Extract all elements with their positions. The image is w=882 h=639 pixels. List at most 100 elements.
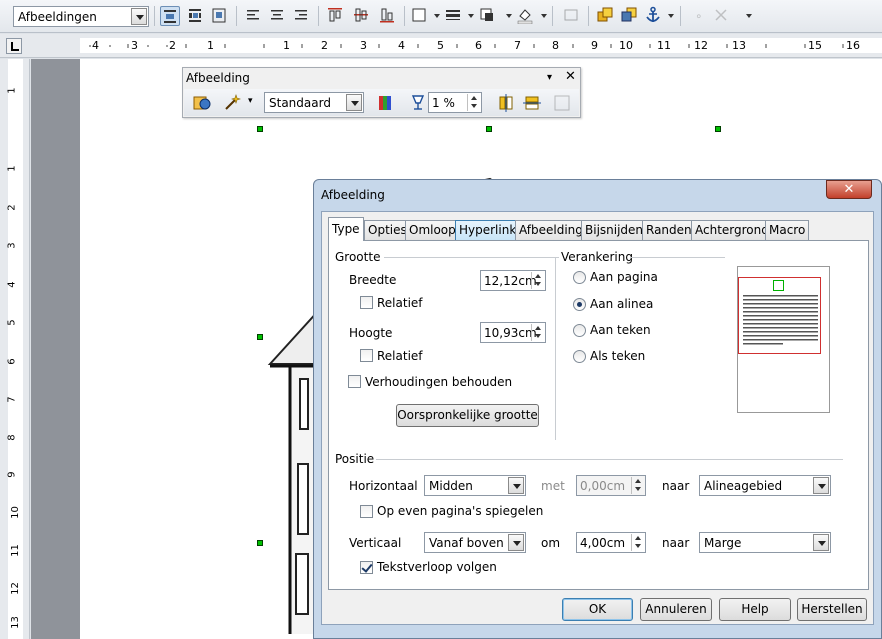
link-frames-icon[interactable]: ∘ <box>690 6 710 26</box>
relative-height-checkbox[interactable] <box>360 349 373 362</box>
background-color-icon[interactable] <box>516 6 536 26</box>
anchor-icon[interactable] <box>644 6 664 26</box>
align-center-icon[interactable] <box>268 6 288 26</box>
vertical-to-select[interactable]: Marge <box>699 532 831 553</box>
original-size-button[interactable]: Oorspronkelijke grootte <box>396 404 539 427</box>
graphics-mode-value: Standaard <box>269 96 331 110</box>
chevron-down-icon[interactable] <box>346 94 362 111</box>
flip-vertical-icon[interactable] <box>496 93 516 113</box>
position-heading: Positie <box>335 452 375 466</box>
ruler-number: 8 <box>6 434 18 441</box>
resize-handle[interactable] <box>257 334 263 340</box>
tab-macro[interactable]: Macro <box>765 220 810 240</box>
resize-handle[interactable] <box>486 126 492 132</box>
resize-handle[interactable] <box>715 126 721 132</box>
anchor-to-char-radio[interactable] <box>573 324 586 337</box>
height-field[interactable]: 10,93cm <box>480 322 546 343</box>
caption-icon[interactable] <box>562 6 582 26</box>
tab-wrap[interactable]: Omloop <box>405 220 460 240</box>
width-value: 12,12cm <box>484 274 537 288</box>
wrap-off-icon[interactable] <box>160 6 180 26</box>
tab-picture[interactable]: Afbeelding <box>515 220 587 240</box>
wrap-page-icon[interactable] <box>186 6 206 26</box>
tab-label: Omloop <box>409 223 456 237</box>
border-color-icon[interactable] <box>478 6 498 26</box>
horizontal-select[interactable]: Midden <box>424 475 526 496</box>
relative-width-label: Relatief <box>377 296 423 310</box>
ruler-number: 2 <box>321 39 328 52</box>
mirror-label: Op even pagina's spiegelen <box>377 504 544 518</box>
stepper-arrows[interactable] <box>631 534 644 551</box>
wrap-optimal-icon[interactable] <box>210 6 230 26</box>
tab-background[interactable]: Achtergrond <box>691 220 773 240</box>
align-right-icon[interactable] <box>292 6 312 26</box>
chevron-down-icon[interactable] <box>508 477 524 494</box>
align-middle-icon[interactable] <box>352 6 372 26</box>
vertical-ruler[interactable]: 1 1 2 3 4 5 6 7 8 9 10 11 12 13 <box>0 59 30 639</box>
chevron-down-icon[interactable] <box>131 8 147 25</box>
horizontal-to-value: Alineagebied <box>704 479 783 493</box>
align-bottom-icon[interactable] <box>378 6 398 26</box>
horizontal-by-field[interactable]: 0,00cm <box>576 475 646 496</box>
tab-label: Opties <box>368 223 407 237</box>
stepper-arrows[interactable] <box>467 94 480 111</box>
tab-type[interactable]: Type <box>328 217 364 241</box>
frame-style-value: Afbeeldingen <box>18 10 97 24</box>
relative-width-checkbox[interactable] <box>360 296 373 309</box>
anchor-to-paragraph-radio[interactable] <box>573 298 586 311</box>
chevron-down-icon[interactable] <box>508 534 524 551</box>
unlink-frames-icon[interactable] <box>712 6 732 26</box>
stepper-arrows[interactable] <box>631 477 644 494</box>
resize-handle[interactable] <box>257 540 263 546</box>
mirror-checkbox[interactable] <box>360 505 373 518</box>
stepper-arrows[interactable] <box>531 324 544 341</box>
anchor-to-page-radio[interactable] <box>573 271 586 284</box>
picture-dialog: Afbeelding ✕ Type Opties Omloop Hyperlin… <box>313 179 882 639</box>
horizontal-label: Horizontaal <box>349 479 418 493</box>
reset-button[interactable]: Herstellen <box>797 598 867 621</box>
help-button[interactable]: Help <box>719 598 791 621</box>
send-backward-icon[interactable] <box>620 6 640 26</box>
horizontal-to-select[interactable]: Alineagebied <box>699 475 831 496</box>
ok-button[interactable]: OK <box>562 598 633 621</box>
bring-forward-icon[interactable] <box>596 6 616 26</box>
transparency-stepper[interactable]: 1 % <box>428 92 482 113</box>
chevron-down-icon[interactable]: ▾ <box>248 96 253 106</box>
chevron-down-icon[interactable] <box>813 477 829 494</box>
vertical-select[interactable]: Vanaf boven <box>424 532 526 553</box>
color-icon[interactable] <box>376 93 396 113</box>
picture-from-file-icon[interactable] <box>192 93 212 113</box>
width-field[interactable]: 12,12cm <box>480 270 546 291</box>
flip-horizontal-icon[interactable] <box>522 93 542 113</box>
anchor-as-char-radio[interactable] <box>573 350 586 363</box>
cancel-button[interactable]: Annuleren <box>640 598 712 621</box>
close-button[interactable]: ✕ <box>826 180 872 199</box>
tab-options[interactable]: Opties <box>364 220 411 240</box>
align-top-icon[interactable] <box>326 6 346 26</box>
tab-panel-type: Grootte Breedte 12,12cm Relatief Hoogte … <box>328 240 869 590</box>
chevron-down-icon[interactable] <box>813 534 829 551</box>
filter-icon[interactable] <box>222 93 242 113</box>
resize-handle[interactable] <box>257 126 263 132</box>
frame-style-combo[interactable]: Afbeeldingen <box>13 6 149 27</box>
tab-stop-selector[interactable] <box>6 38 22 54</box>
graphics-mode-combo[interactable]: Standaard <box>264 92 364 113</box>
line-style-icon[interactable] <box>444 6 464 26</box>
tab-hyperlink[interactable]: Hyperlink <box>455 220 521 240</box>
stepper-arrows[interactable] <box>531 272 544 289</box>
anchor-to-char-label: Aan teken <box>590 323 651 337</box>
ruler-number: 3 <box>6 242 18 249</box>
borders-icon[interactable] <box>410 6 430 26</box>
tab-crop[interactable]: Bijsnijden <box>581 220 648 240</box>
ruler-number: 15 <box>808 39 822 52</box>
picture-properties-icon[interactable] <box>552 93 572 113</box>
vertical-by-field[interactable]: 4,00cm <box>576 532 646 553</box>
align-left-icon[interactable] <box>244 6 264 26</box>
ruler-number: 1 <box>283 39 290 52</box>
horizontal-ruler[interactable]: 4 3 2 1 1 2 3 4 5 6 7 8 9 10 11 12 13 15… <box>0 34 882 58</box>
close-icon[interactable]: ✕ <box>565 69 576 84</box>
follow-text-checkbox[interactable] <box>360 561 373 574</box>
tab-borders[interactable]: Randen <box>642 220 696 240</box>
toolbar-menu-icon[interactable]: ▾ <box>547 72 552 83</box>
keep-ratio-checkbox[interactable] <box>348 375 361 388</box>
